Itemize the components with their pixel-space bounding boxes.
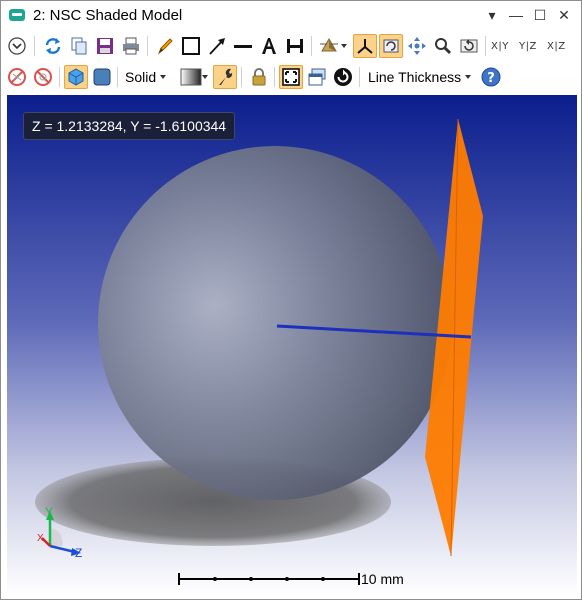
refresh-button[interactable]	[41, 34, 65, 58]
separator	[147, 36, 148, 56]
separator	[311, 36, 312, 56]
shaded-cube-icon	[68, 68, 84, 86]
window-title: 2: NSC Shaded Model	[33, 7, 183, 24]
reset-view-button[interactable]	[457, 34, 481, 58]
z-axis-label: Z	[75, 546, 82, 560]
reset-icon	[460, 39, 478, 53]
fit-icon	[282, 68, 300, 86]
lighting-dropdown[interactable]	[317, 34, 349, 58]
line-thickness-label: Line Thickness	[368, 69, 462, 85]
axes-view-button[interactable]	[353, 34, 377, 58]
separator	[359, 67, 360, 87]
rotate-icon	[383, 39, 399, 53]
cursor-coordinate-readout: Z = 1.2133284, Y = -1.6100344	[23, 112, 236, 140]
draw-pencil-button[interactable]	[153, 34, 177, 58]
line-thickness-dropdown[interactable]: Line Thickness	[368, 65, 472, 89]
app-icon	[9, 9, 25, 21]
light-icon	[320, 38, 338, 52]
nsc-shaded-model-window: 2: NSC Shaded Model ▾ — ☐ ✕ X|Y Y|Z X|Z …	[0, 0, 582, 600]
rotate-button[interactable]	[379, 34, 403, 58]
separator	[117, 67, 118, 87]
scene[interactable]: Y Z X	[7, 95, 577, 595]
x-axis-label: X	[37, 533, 44, 544]
zoom-button[interactable]	[431, 34, 455, 58]
view-xy-button[interactable]: X|Y	[491, 41, 509, 52]
save-button[interactable]	[93, 34, 117, 58]
flat-mode-button[interactable]	[90, 65, 114, 89]
toolbar-secondary: Solid Line Thickness ?	[1, 62, 581, 92]
render-mode-value: Solid	[125, 69, 157, 85]
hide-rays-button[interactable]	[5, 65, 29, 89]
draw-dimension-button[interactable]	[283, 34, 307, 58]
separator	[485, 36, 486, 56]
axes-icon	[357, 39, 373, 54]
help-icon: ?	[481, 67, 501, 87]
separator	[34, 36, 35, 56]
chevron-down-icon	[465, 75, 472, 79]
draw-line-button[interactable]	[231, 34, 255, 58]
color-gradient-dropdown[interactable]	[177, 65, 211, 89]
3d-viewport[interactable]: Y Z X Z = 1.2133284, Y = -1.6100344 10 m…	[7, 95, 577, 595]
chevron-down-icon	[160, 75, 167, 79]
chevron-down-icon	[341, 44, 347, 48]
copy-icon	[71, 37, 87, 55]
new-window-button[interactable]	[305, 65, 329, 89]
scale-bar	[178, 573, 360, 585]
draw-text-button[interactable]	[257, 34, 281, 58]
arrow-icon	[209, 38, 225, 55]
separator	[59, 67, 60, 87]
shaded-mode-button[interactable]	[64, 65, 88, 89]
no-objects-icon	[34, 68, 52, 86]
svg-text:?: ?	[487, 71, 495, 86]
print-icon	[123, 37, 139, 55]
scale-bar-label: 10 mm	[361, 571, 404, 587]
save-icon	[97, 38, 113, 54]
render-mode-dropdown[interactable]: Solid	[125, 65, 167, 89]
maximize-button[interactable]: ☐	[529, 5, 551, 25]
collapse-button[interactable]	[5, 34, 29, 58]
wrench-icon	[219, 68, 233, 85]
collapse-icon	[8, 37, 26, 55]
minimize-button[interactable]: —	[505, 5, 527, 25]
chevron-down-icon	[202, 75, 208, 79]
draw-arrow-button[interactable]	[205, 34, 229, 58]
zoom-icon	[435, 38, 452, 55]
gradient-icon	[180, 68, 202, 86]
cycle-icon	[334, 68, 352, 86]
separator	[241, 67, 242, 87]
y-axis-label: Y	[45, 505, 53, 519]
sphere-object[interactable]	[98, 146, 452, 500]
view-yz-button[interactable]: Y|Z	[519, 41, 537, 52]
view-xz-button[interactable]: X|Z	[547, 41, 566, 52]
copy-button[interactable]	[67, 34, 91, 58]
lock-icon	[252, 68, 266, 86]
rectangle-icon	[182, 37, 200, 55]
window-menu-button[interactable]: ▾	[481, 5, 503, 25]
flat-cube-icon	[93, 68, 111, 86]
fit-view-button[interactable]	[279, 65, 303, 89]
print-button[interactable]	[119, 34, 143, 58]
settings-button[interactable]	[213, 65, 237, 89]
separator	[274, 67, 275, 87]
toolbar-primary: X|Y Y|Z X|Z	[1, 31, 581, 61]
lock-button[interactable]	[247, 65, 271, 89]
pan-button[interactable]	[405, 34, 429, 58]
window-icon	[308, 68, 326, 86]
help-button[interactable]: ?	[479, 65, 503, 89]
text-icon	[262, 38, 276, 54]
pan-icon	[408, 37, 426, 55]
draw-rectangle-button[interactable]	[179, 34, 203, 58]
dimension-icon	[287, 39, 303, 53]
hide-objects-button[interactable]	[31, 65, 55, 89]
close-button[interactable]: ✕	[553, 5, 575, 25]
no-rays-icon	[8, 68, 26, 86]
auto-update-button[interactable]	[331, 65, 355, 89]
pencil-icon	[157, 38, 173, 55]
title-bar: 2: NSC Shaded Model ▾ — ☐ ✕	[1, 1, 581, 31]
refresh-icon	[45, 38, 61, 54]
line-icon	[234, 45, 252, 48]
